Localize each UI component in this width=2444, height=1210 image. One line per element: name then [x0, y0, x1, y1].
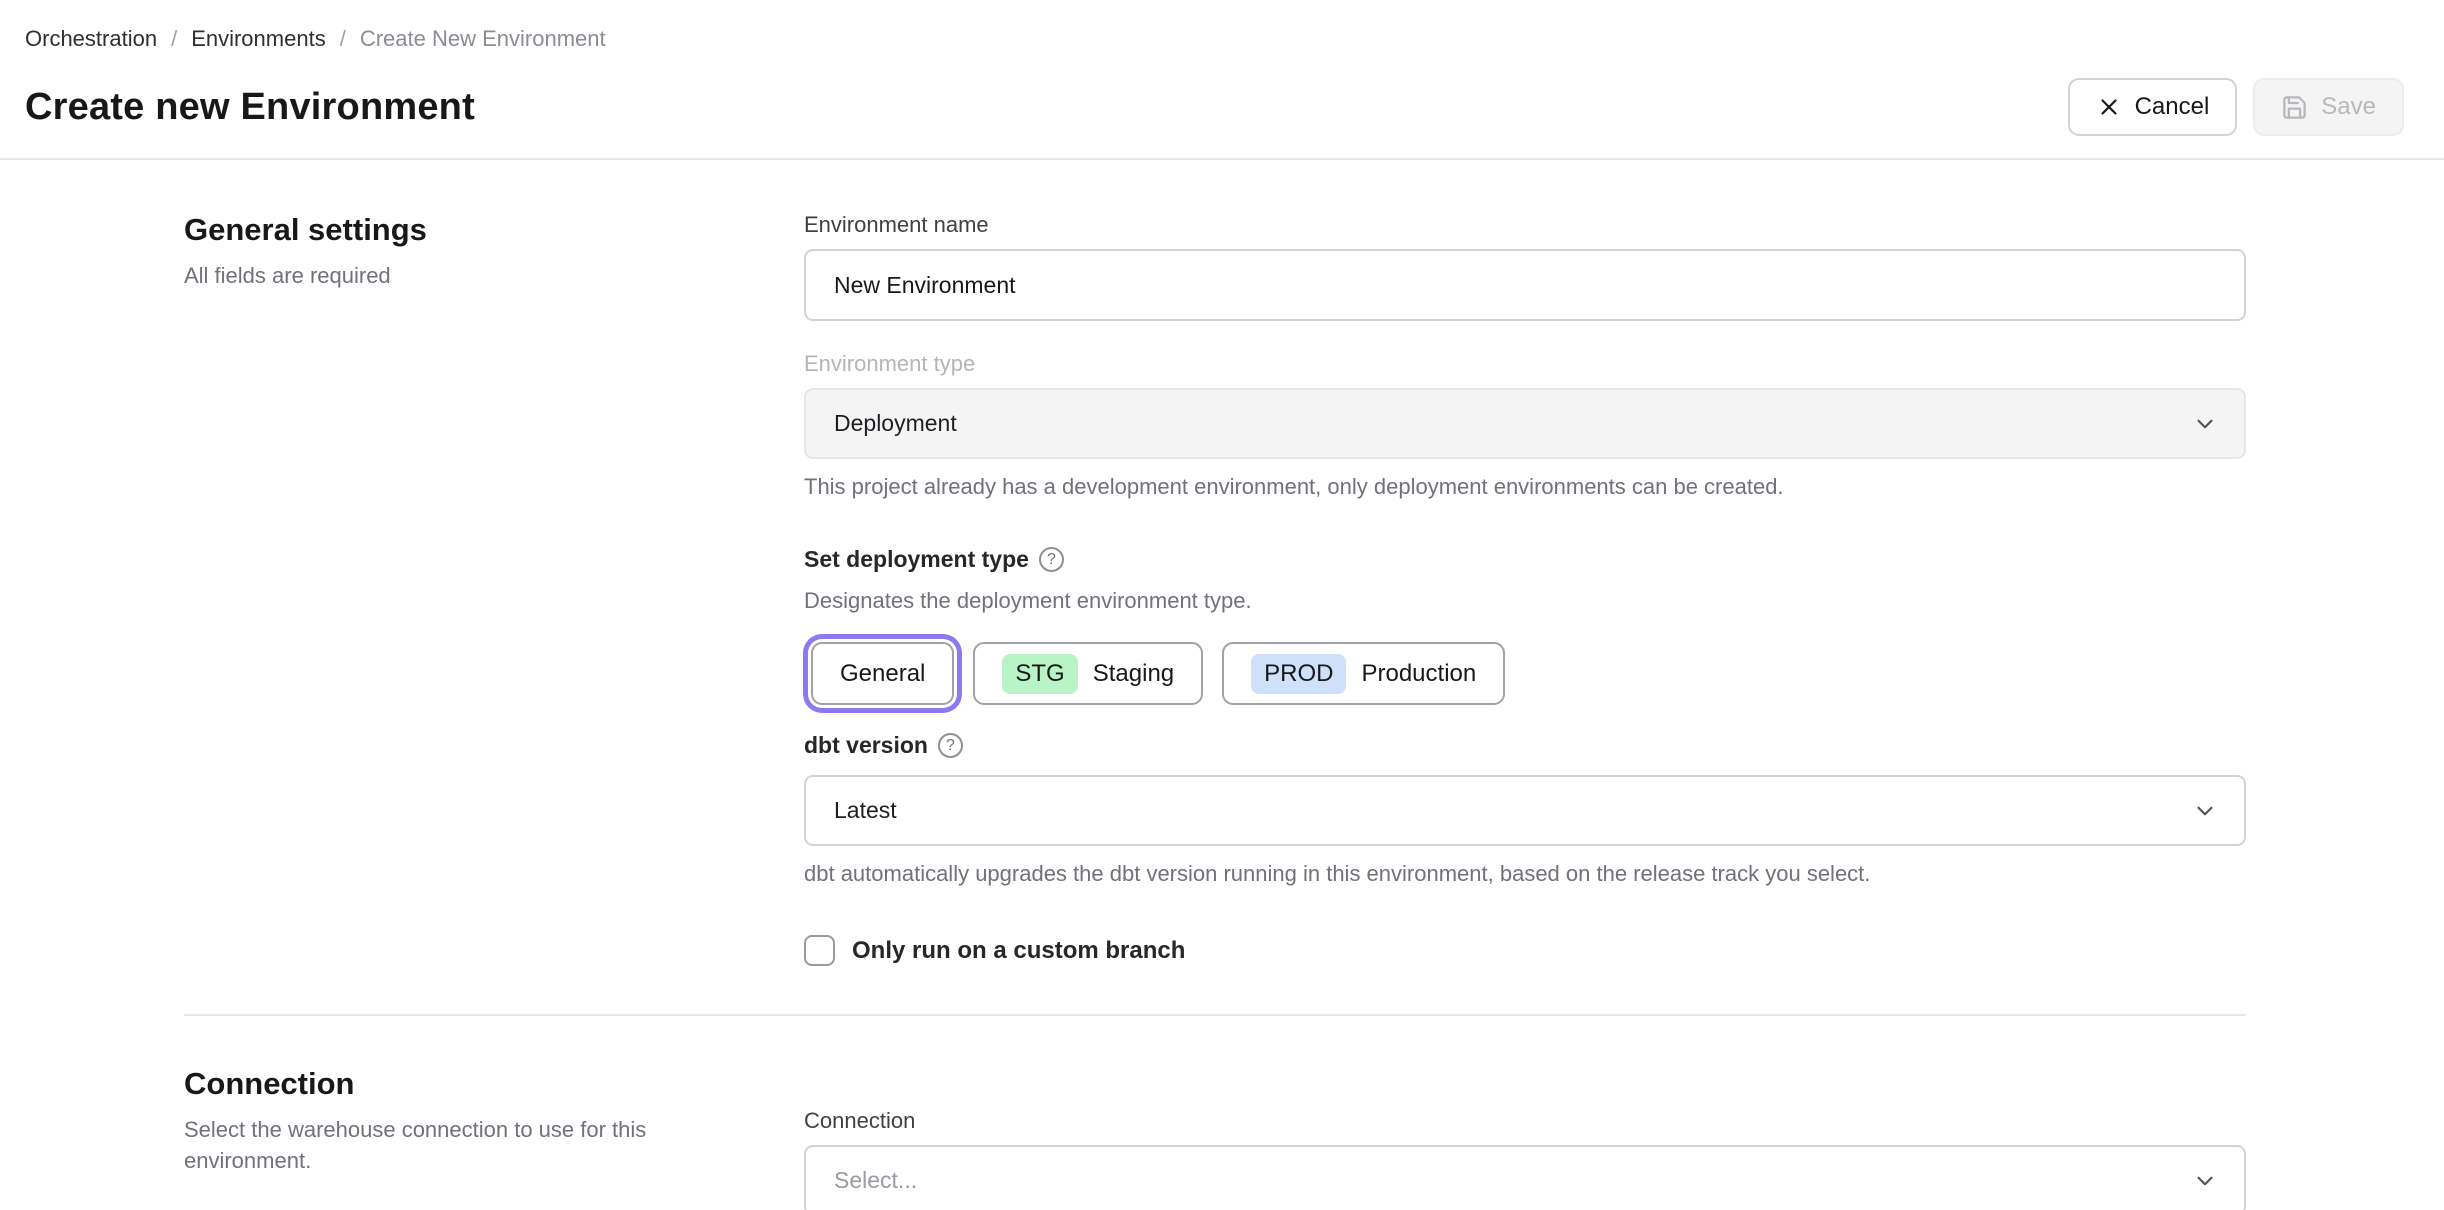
connection-field: Connection Select... — [804, 1108, 2246, 1210]
page-title: Create new Environment — [25, 85, 475, 128]
connection-description: Select the warehouse connection to use f… — [184, 1117, 647, 1173]
cancel-button[interactable]: Cancel — [2067, 78, 2238, 136]
connection-fields: Connection Select... — [804, 1066, 2246, 1210]
general-settings-subheading: All fields are required — [184, 263, 391, 288]
environment-type-helper: This project already has a development e… — [804, 474, 1784, 499]
section-divider — [184, 1014, 2246, 1016]
deployment-type-staging-button[interactable]: STG Staging — [973, 642, 1204, 705]
deployment-type-field: Set deployment type ? Designates the dep… — [804, 546, 2246, 712]
custom-branch-checkbox[interactable] — [804, 935, 835, 966]
help-icon[interactable]: ? — [1038, 547, 1064, 572]
custom-branch-label: Only run on a custom branch — [852, 936, 1186, 964]
deployment-type-label: Set deployment type — [804, 546, 1029, 572]
environment-type-field: Environment type Deployment This project… — [804, 351, 2246, 502]
dbt-version-value: Latest — [834, 797, 897, 823]
close-icon — [2096, 94, 2122, 120]
production-badge: PROD — [1251, 653, 1347, 694]
deployment-type-production-label: Production — [1361, 659, 1477, 687]
save-button[interactable]: Save — [2253, 78, 2404, 136]
help-icon[interactable]: ? — [937, 733, 963, 758]
deployment-type-production-button[interactable]: PROD Production — [1222, 642, 1506, 705]
main-content: General settings All fields are required… — [0, 160, 2444, 1210]
connection-section: Connection Select the warehouse connecti… — [184, 1066, 2246, 1210]
connection-select[interactable]: Select... — [804, 1145, 2246, 1210]
environment-type-label: Environment type — [804, 351, 976, 376]
custom-branch-checkbox-row[interactable]: Only run on a custom branch — [804, 935, 2246, 966]
general-settings-heading: General settings — [184, 212, 427, 247]
connection-field-label: Connection — [804, 1108, 916, 1133]
environment-type-select: Deployment — [804, 388, 2246, 459]
breadcrumb-environments[interactable]: Environments — [191, 26, 326, 52]
dbt-version-helper: dbt automatically upgrades the dbt versi… — [804, 861, 1871, 886]
chevron-down-icon — [2192, 411, 2218, 437]
deployment-type-helper: Designates the deployment environment ty… — [804, 588, 1252, 613]
breadcrumb-separator: / — [171, 26, 178, 51]
chevron-down-icon — [2192, 1168, 2218, 1194]
chevron-down-icon — [2192, 798, 2218, 824]
breadcrumb-current-page: Create New Environment — [359, 26, 606, 51]
environment-name-input[interactable] — [804, 249, 2246, 321]
breadcrumb-separator: / — [339, 26, 346, 51]
cancel-button-label: Cancel — [2134, 93, 2210, 120]
deployment-type-general-label: General — [840, 659, 926, 687]
dbt-version-field: dbt version ? Latest dbt automatically u… — [804, 732, 2246, 889]
deployment-type-options: General STG Staging PROD Production — [804, 635, 2246, 712]
connection-intro: Connection Select the warehouse connecti… — [184, 1066, 804, 1210]
dbt-version-select[interactable]: Latest — [804, 775, 2246, 846]
general-settings-section: General settings All fields are required… — [184, 212, 2246, 966]
breadcrumb-orchestration[interactable]: Orchestration — [25, 26, 157, 52]
header-actions: Cancel Save — [2067, 78, 2404, 136]
page-header: Orchestration / Environments / Create Ne… — [0, 0, 2444, 160]
staging-badge: STG — [1002, 653, 1078, 694]
general-settings-intro: General settings All fields are required — [184, 212, 804, 966]
deployment-type-staging-label: Staging — [1092, 659, 1175, 687]
deployment-type-general-button[interactable]: General — [811, 642, 955, 705]
breadcrumb: Orchestration / Environments / Create Ne… — [25, 26, 2404, 52]
save-button-label: Save — [2321, 93, 2376, 120]
dbt-version-label: dbt version — [804, 732, 928, 758]
environment-name-field: Environment name — [804, 212, 2246, 321]
connection-heading: Connection — [184, 1066, 355, 1101]
general-settings-fields: Environment name Environment type Deploy… — [804, 212, 2246, 966]
environment-name-label: Environment name — [804, 212, 989, 237]
connection-placeholder: Select... — [834, 1167, 918, 1193]
environment-type-value: Deployment — [834, 410, 957, 436]
save-icon — [2281, 94, 2308, 121]
